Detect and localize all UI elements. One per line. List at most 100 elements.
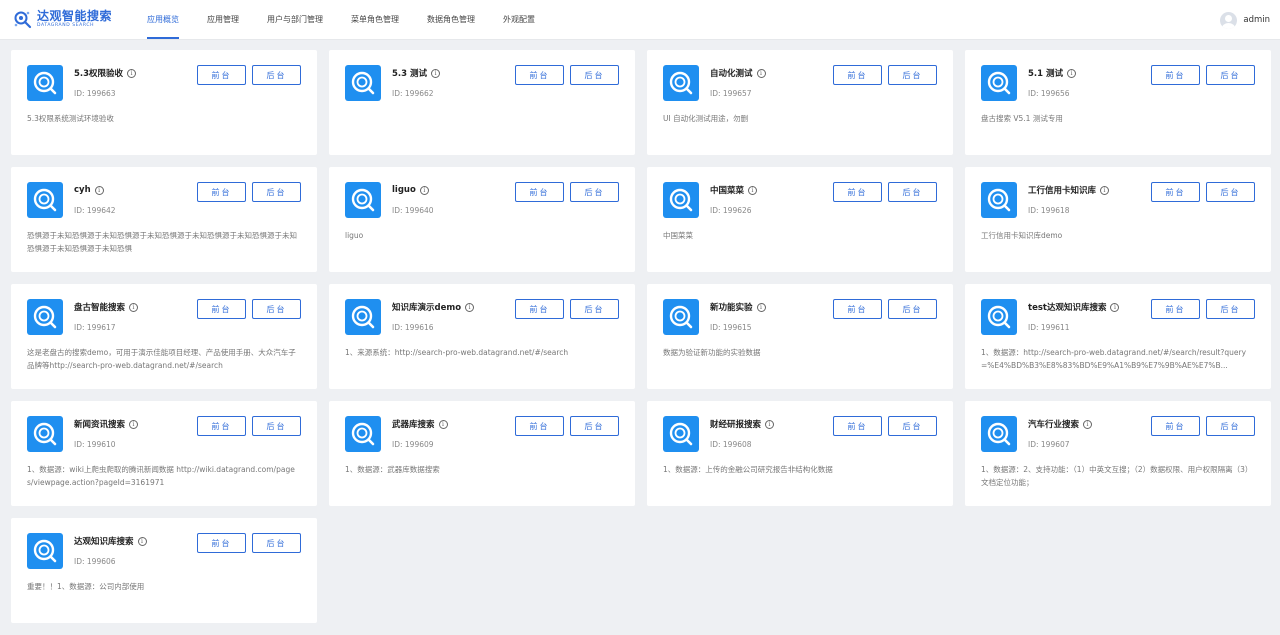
back-button[interactable]: 后台 — [570, 416, 619, 436]
front-button[interactable]: 前台 — [1151, 299, 1200, 319]
front-button[interactable]: 前台 — [515, 299, 564, 319]
info-icon[interactable]: i — [129, 302, 139, 312]
info-icon[interactable]: i — [129, 419, 139, 429]
info-icon[interactable]: i — [748, 185, 758, 195]
info-icon[interactable]: i — [431, 68, 441, 78]
app-description: 1、数据源：http://search-pro-web.datagrand.ne… — [981, 348, 1247, 370]
app-search-icon — [663, 182, 699, 218]
app-search-icon — [27, 416, 63, 452]
main-nav: 应用概览 应用管理 用户与部门管理 菜单角色管理 数据角色管理 外观配置 — [147, 0, 563, 40]
nav-item-data-role[interactable]: 数据角色管理 — [427, 0, 475, 40]
app-card: 盘古智能搜索 i ID: 199617 前台 后台 这是老盘古的搜索demo，可… — [11, 284, 317, 389]
app-title: test达观知识库搜索 — [1028, 303, 1107, 313]
front-button[interactable]: 前台 — [197, 182, 246, 202]
app-id: ID: 199663 — [74, 89, 116, 98]
info-icon[interactable]: i — [1067, 68, 1077, 78]
brand-logo[interactable]: 达观智能搜索 DATAGRAND SEARCH — [13, 10, 135, 30]
brand-name: 达观智能搜索 — [37, 9, 113, 24]
app-id: ID: 199617 — [74, 323, 116, 332]
app-card: liguo i ID: 199640 前台 后台 liguo — [329, 167, 635, 272]
app-title: 自动化测试 — [710, 69, 753, 79]
app-search-icon — [27, 299, 63, 335]
app-id: ID: 199611 — [1028, 323, 1070, 332]
front-button[interactable]: 前台 — [197, 65, 246, 85]
app-title: 新功能实验 — [710, 303, 753, 313]
front-button[interactable]: 前台 — [197, 416, 246, 436]
app-search-icon — [981, 299, 1017, 335]
info-icon[interactable]: i — [94, 185, 104, 195]
back-button[interactable]: 后台 — [252, 299, 301, 319]
front-button[interactable]: 前台 — [515, 65, 564, 85]
front-button[interactable]: 前台 — [1151, 65, 1200, 85]
app-search-icon — [27, 65, 63, 101]
back-button[interactable]: 后台 — [252, 416, 301, 436]
app-search-icon — [663, 299, 699, 335]
info-icon[interactable]: i — [1083, 419, 1093, 429]
info-icon[interactable]: i — [1110, 302, 1120, 312]
brand-logo-icon — [13, 10, 33, 30]
back-button[interactable]: 后台 — [888, 65, 937, 85]
nav-item-app-overview[interactable]: 应用概览 — [147, 0, 179, 40]
back-button[interactable]: 后台 — [1206, 182, 1255, 202]
back-button[interactable]: 后台 — [252, 533, 301, 553]
back-button[interactable]: 后台 — [570, 299, 619, 319]
front-button[interactable]: 前台 — [833, 65, 882, 85]
back-button[interactable]: 后台 — [1206, 416, 1255, 436]
top-header: 达观智能搜索 DATAGRAND SEARCH 应用概览 应用管理 用户与部门管… — [0, 0, 1280, 40]
nav-item-appearance[interactable]: 外观配置 — [503, 0, 535, 40]
info-icon[interactable]: i — [465, 302, 475, 312]
front-button[interactable]: 前台 — [515, 182, 564, 202]
back-button[interactable]: 后台 — [252, 65, 301, 85]
info-icon[interactable]: i — [438, 419, 448, 429]
front-button[interactable]: 前台 — [515, 416, 564, 436]
app-card: 中国菜菜 i ID: 199626 前台 后台 中国菜菜 — [647, 167, 953, 272]
back-button[interactable]: 后台 — [570, 182, 619, 202]
app-id: ID: 199610 — [74, 440, 116, 449]
front-button[interactable]: 前台 — [1151, 182, 1200, 202]
back-button[interactable]: 后台 — [570, 65, 619, 85]
username[interactable]: admin — [1243, 15, 1270, 25]
app-card: 武器库搜索 i ID: 199609 前台 后台 1、数据源：武器库数据搜索 — [329, 401, 635, 506]
app-id: ID: 199606 — [74, 557, 116, 566]
app-description: 1、数据源：2、支持功能：（1）中英文互搜；（2）数据权限、用户权限隔离（3）文… — [981, 465, 1253, 487]
front-button[interactable]: 前台 — [197, 299, 246, 319]
back-button[interactable]: 后台 — [888, 416, 937, 436]
front-button[interactable]: 前台 — [833, 299, 882, 319]
app-search-icon — [663, 65, 699, 101]
app-title: 5.3 测试 — [392, 69, 428, 79]
back-button[interactable]: 后台 — [252, 182, 301, 202]
app-card: 5.1 测试 i ID: 199656 前台 后台 盘古搜索 V5.1 测试专用 — [965, 50, 1271, 155]
nav-item-app-management[interactable]: 应用管理 — [207, 0, 239, 40]
info-icon[interactable]: i — [765, 419, 775, 429]
app-card: 知识库演示demo i ID: 199616 前台 后台 1、来源系统：http… — [329, 284, 635, 389]
info-icon[interactable]: i — [756, 68, 766, 78]
app-title: 工行信用卡知识库 — [1028, 186, 1097, 196]
info-icon[interactable]: i — [756, 302, 766, 312]
app-description: 数据为验证新功能的实验数据 — [663, 348, 761, 357]
app-card-grid: 5.3权限验收 i ID: 199663 前台 后台 5.3权限系统测试环境验收 — [11, 50, 1271, 623]
app-id: ID: 199662 — [392, 89, 434, 98]
nav-item-user-department[interactable]: 用户与部门管理 — [267, 0, 323, 40]
info-icon[interactable]: i — [127, 68, 137, 78]
info-icon[interactable]: i — [137, 536, 147, 546]
nav-item-menu-role[interactable]: 菜单角色管理 — [351, 0, 399, 40]
back-button[interactable]: 后台 — [1206, 65, 1255, 85]
front-button[interactable]: 前台 — [833, 416, 882, 436]
app-search-icon — [981, 416, 1017, 452]
info-icon[interactable]: i — [1100, 185, 1110, 195]
app-card: 自动化测试 i ID: 199657 前台 后台 UI 自动化测试用途，勿删 — [647, 50, 953, 155]
back-button[interactable]: 后台 — [888, 182, 937, 202]
app-description: 重要！！1、数据源：公司内部使用 — [27, 582, 145, 591]
front-button[interactable]: 前台 — [833, 182, 882, 202]
front-button[interactable]: 前台 — [197, 533, 246, 553]
avatar[interactable] — [1220, 11, 1238, 29]
app-search-icon — [27, 533, 63, 569]
app-title: liguo — [392, 185, 416, 195]
back-button[interactable]: 后台 — [1206, 299, 1255, 319]
front-button[interactable]: 前台 — [1151, 416, 1200, 436]
back-button[interactable]: 后台 — [888, 299, 937, 319]
app-id: ID: 199607 — [1028, 440, 1070, 449]
user-menu[interactable]: admin — [1220, 0, 1270, 40]
app-description: UI 自动化测试用途，勿删 — [663, 114, 749, 123]
info-icon[interactable]: i — [419, 185, 429, 195]
